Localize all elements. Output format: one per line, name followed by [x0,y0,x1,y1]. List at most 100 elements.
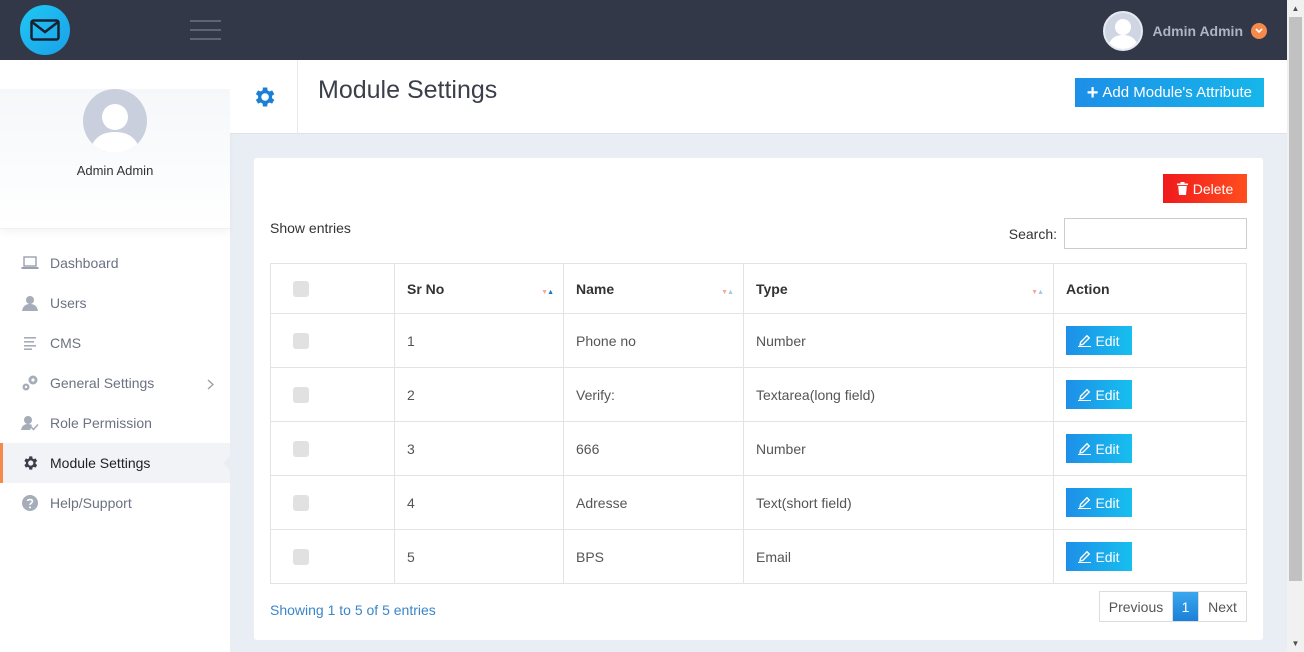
cell-name: Adresse [563,475,744,530]
sidebar: Admin Admin Dashboard Users CMS General … [0,60,231,652]
cell-type: Number [743,421,1054,476]
scroll-thumb[interactable] [1289,17,1302,581]
avatar [1102,11,1143,51]
edit-button[interactable]: Edit [1066,488,1132,517]
row-checkbox[interactable] [293,333,309,350]
column-header-sr-no[interactable]: Sr No ▼▲ [394,263,564,314]
table-row: 2 Verify: Textarea(long field) Edit [270,367,1247,422]
edit-button[interactable]: Edit [1066,434,1132,463]
delete-button[interactable]: Delete [1163,174,1247,203]
search-box: Search: [1009,218,1247,249]
page-title: Module Settings [318,76,498,104]
table-info: Showing 1 to 5 of 5 entries [270,602,436,618]
cell-sr-no: 5 [394,529,564,584]
sidebar-item-module-settings[interactable]: Module Settings [0,443,231,483]
sidebar-profile: Admin Admin [0,89,230,229]
next-page-button[interactable]: Next [1198,592,1246,621]
profile-name: Admin Admin [76,163,154,178]
sidebar-menu: Dashboard Users CMS General Settings Rol… [0,243,231,523]
pagination: Previous 1 Next [1099,591,1247,622]
avatar [83,89,147,153]
content-card: Delete Show entries Search: Sr No ▼▲ Nam… [254,158,1263,640]
user-menu[interactable]: Admin Admin [1102,11,1267,51]
plus-icon: + [1086,81,1099,104]
sidebar-item-users[interactable]: Users [0,283,230,323]
page-header: Module Settings + Add Module's Attribute [230,60,1287,134]
sidebar-item-label: Role Permission [50,415,152,431]
cell-sr-no: 1 [394,313,564,368]
menu-toggle-icon[interactable] [190,20,221,40]
cell-type: Email [743,529,1054,584]
chevron-down-icon[interactable] [1251,23,1267,39]
cell-name: 666 [563,421,744,476]
add-button-label: Add Module's Attribute [1102,84,1252,101]
sidebar-item-label: Module Settings [50,455,151,471]
table-row: 5 BPS Email Edit [270,529,1247,584]
row-checkbox[interactable] [293,549,309,566]
module-attributes-table: Sr No ▼▲ Name ▼▲ Type ▼▲ Action 1 Phone … [270,263,1247,584]
previous-page-button[interactable]: Previous [1100,592,1173,621]
edit-button[interactable]: Edit [1066,326,1132,355]
gear-icon [20,453,40,473]
column-header-name[interactable]: Name ▼▲ [563,263,744,314]
sidebar-item-label: Help/Support [50,495,132,511]
scroll-down-icon[interactable]: ▼ [1287,635,1304,652]
laptop-icon [20,253,40,273]
table-row: 1 Phone no Number Edit [270,313,1247,368]
user-check-icon [20,413,40,433]
search-label: Search: [1008,225,1057,242]
edit-button[interactable]: Edit [1066,542,1132,571]
pencil-icon [1078,388,1092,401]
pencil-icon [1078,334,1092,347]
gear-icon [230,60,298,134]
gears-icon [20,373,40,393]
sidebar-item-general-settings[interactable]: General Settings [0,363,230,403]
question-icon [20,493,40,513]
search-input[interactable] [1064,218,1247,249]
user-icon [20,293,40,313]
sidebar-item-dashboard[interactable]: Dashboard [0,243,230,283]
top-navbar: Admin Admin [0,0,1287,60]
cell-name: Verify: [563,367,744,422]
sidebar-item-role-permission[interactable]: Role Permission [0,403,230,443]
column-header-action: Action [1053,263,1247,314]
user-name: Admin Admin [1152,23,1243,39]
delete-label: Delete [1192,180,1234,197]
row-checkbox[interactable] [293,495,309,512]
sidebar-item-cms[interactable]: CMS [0,323,230,363]
pencil-icon [1078,442,1092,455]
sidebar-item-label: Dashboard [50,255,119,271]
column-header-type[interactable]: Type ▼▲ [743,263,1054,314]
pencil-icon [1078,496,1092,509]
row-checkbox[interactable] [293,387,309,404]
select-all-checkbox[interactable] [293,281,309,298]
cell-name: Phone no [563,313,744,368]
row-checkbox[interactable] [293,441,309,458]
cell-name: BPS [563,529,744,584]
sort-icon: ▼▲ [1031,289,1044,296]
scroll-up-icon[interactable]: ▲ [1287,0,1304,17]
cell-type: Text(short field) [743,475,1054,530]
chevron-right-icon [207,377,215,393]
trash-icon [1176,182,1188,195]
cell-sr-no: 4 [394,475,564,530]
cell-type: Textarea(long field) [743,367,1054,422]
sort-icon: ▼▲ [721,289,734,296]
sidebar-item-help-support[interactable]: Help/Support [0,483,230,523]
cell-sr-no: 2 [394,367,564,422]
document-lines-icon [20,333,40,353]
cell-sr-no: 3 [394,421,564,476]
sort-icon: ▼▲ [541,289,554,296]
table-row: 4 Adresse Text(short field) Edit [270,475,1247,530]
vertical-scrollbar[interactable]: ▲ ▼ [1287,0,1304,652]
mail-logo-icon[interactable] [20,5,70,55]
add-module-attribute-button[interactable]: + Add Module's Attribute [1074,78,1264,107]
edit-button[interactable]: Edit [1066,380,1132,409]
cell-type: Number [743,313,1054,368]
sidebar-item-label: Users [50,295,87,311]
sidebar-item-label: CMS [50,335,82,351]
show-entries-label: Show entries [270,220,351,236]
sidebar-item-label: General Settings [50,375,155,391]
page-1-button[interactable]: 1 [1173,592,1198,621]
select-all-cell [270,263,395,314]
